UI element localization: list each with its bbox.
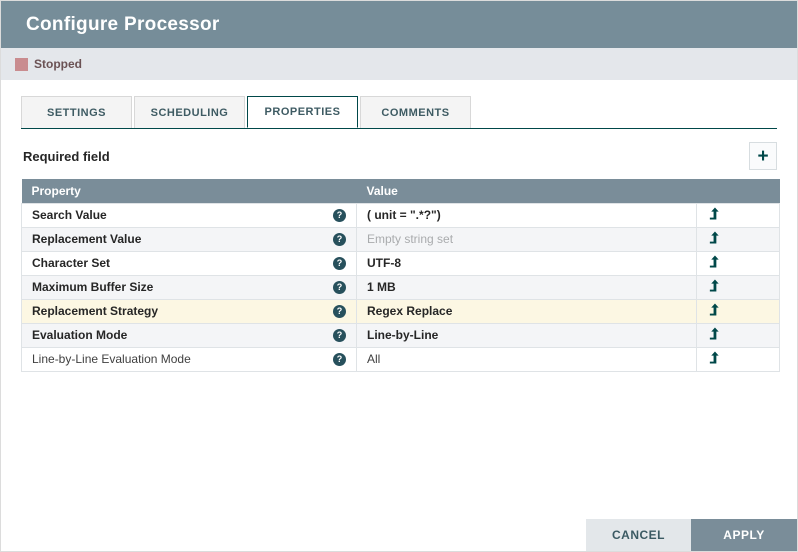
level-up-icon xyxy=(709,279,719,292)
stopped-status-icon xyxy=(15,57,28,71)
property-name: Replacement Value xyxy=(32,232,142,246)
help-icon[interactable]: ? xyxy=(333,352,346,366)
status-label: Stopped xyxy=(34,57,82,71)
property-name: Search Value xyxy=(32,208,107,222)
property-value: 1 MB xyxy=(367,280,396,294)
level-up-icon xyxy=(709,303,719,316)
tab-scheduling[interactable]: SCHEDULING xyxy=(134,96,245,128)
help-icon[interactable]: ? xyxy=(333,256,346,270)
level-up-icon xyxy=(709,231,719,244)
table-header-row: Property Value xyxy=(21,179,780,203)
table-row-highlighted: Replacement Strategy? Regex Replace xyxy=(21,298,780,324)
property-value: Line-by-Line xyxy=(367,328,439,342)
required-field-label: Required field xyxy=(23,148,110,164)
properties-toolbar: Required field + xyxy=(21,141,777,171)
tab-properties[interactable]: PROPERTIES xyxy=(247,96,358,128)
table-row: Evaluation Mode? Line-by-Line xyxy=(21,322,780,348)
level-up-arrow-button[interactable] xyxy=(707,206,721,222)
add-property-button[interactable]: + xyxy=(749,142,777,170)
table-row: Maximum Buffer Size? 1 MB xyxy=(21,274,780,300)
level-up-arrow-button[interactable] xyxy=(707,278,721,294)
property-name: Maximum Buffer Size xyxy=(32,280,154,294)
property-name: Replacement Strategy xyxy=(32,304,159,318)
level-up-arrow-button[interactable] xyxy=(707,326,721,342)
table-row: Search Value? ( unit = ".*?") xyxy=(21,202,780,228)
table-row: Character Set? UTF-8 xyxy=(21,250,780,276)
help-icon[interactable]: ? xyxy=(333,232,346,246)
dialog-titlebar: Configure Processor xyxy=(1,1,797,48)
property-value: UTF-8 xyxy=(367,256,401,270)
help-icon[interactable]: ? xyxy=(333,304,346,318)
column-header-value: Value xyxy=(356,179,697,203)
level-up-icon xyxy=(709,351,719,364)
property-name: Character Set xyxy=(32,256,111,270)
configure-processor-dialog: Configure Processor Stopped SETTINGS SCH… xyxy=(0,0,798,552)
property-name: Evaluation Mode xyxy=(32,328,128,342)
property-value: ( unit = ".*?") xyxy=(367,208,441,222)
table-row: Line-by-Line Evaluation Mode? All xyxy=(21,346,780,372)
dialog-footer: CANCEL APPLY xyxy=(586,519,797,551)
dialog-title: Configure Processor xyxy=(26,13,220,35)
cancel-button[interactable]: CANCEL xyxy=(586,519,691,551)
table-row: Replacement Value? Empty string set xyxy=(21,226,780,252)
property-value: Regex Replace xyxy=(367,304,453,318)
property-name: Line-by-Line Evaluation Mode xyxy=(32,352,191,366)
help-icon[interactable]: ? xyxy=(333,208,346,222)
help-icon[interactable]: ? xyxy=(333,280,346,294)
tab-comments[interactable]: COMMENTS xyxy=(360,96,471,128)
level-up-icon xyxy=(709,255,719,268)
properties-table: Property Value Search Value? ( unit = ".… xyxy=(21,179,780,372)
apply-button[interactable]: APPLY xyxy=(691,519,797,551)
dialog-content: SETTINGS SCHEDULING PROPERTIES COMMENTS … xyxy=(1,96,797,372)
column-header-goto xyxy=(696,179,780,203)
level-up-icon xyxy=(709,327,719,340)
level-up-arrow-button[interactable] xyxy=(707,302,721,318)
level-up-arrow-button[interactable] xyxy=(707,350,721,366)
status-strip: Stopped xyxy=(1,48,797,80)
help-icon[interactable]: ? xyxy=(333,328,346,342)
level-up-arrow-button[interactable] xyxy=(707,230,721,246)
property-value: All xyxy=(367,352,381,366)
plus-icon: + xyxy=(757,145,769,167)
level-up-icon xyxy=(709,207,719,220)
property-value: Empty string set xyxy=(367,232,454,246)
column-header-property: Property xyxy=(21,179,357,203)
level-up-arrow-button[interactable] xyxy=(707,254,721,270)
tab-settings[interactable]: SETTINGS xyxy=(21,96,132,128)
tab-bar: SETTINGS SCHEDULING PROPERTIES COMMENTS xyxy=(21,96,777,129)
